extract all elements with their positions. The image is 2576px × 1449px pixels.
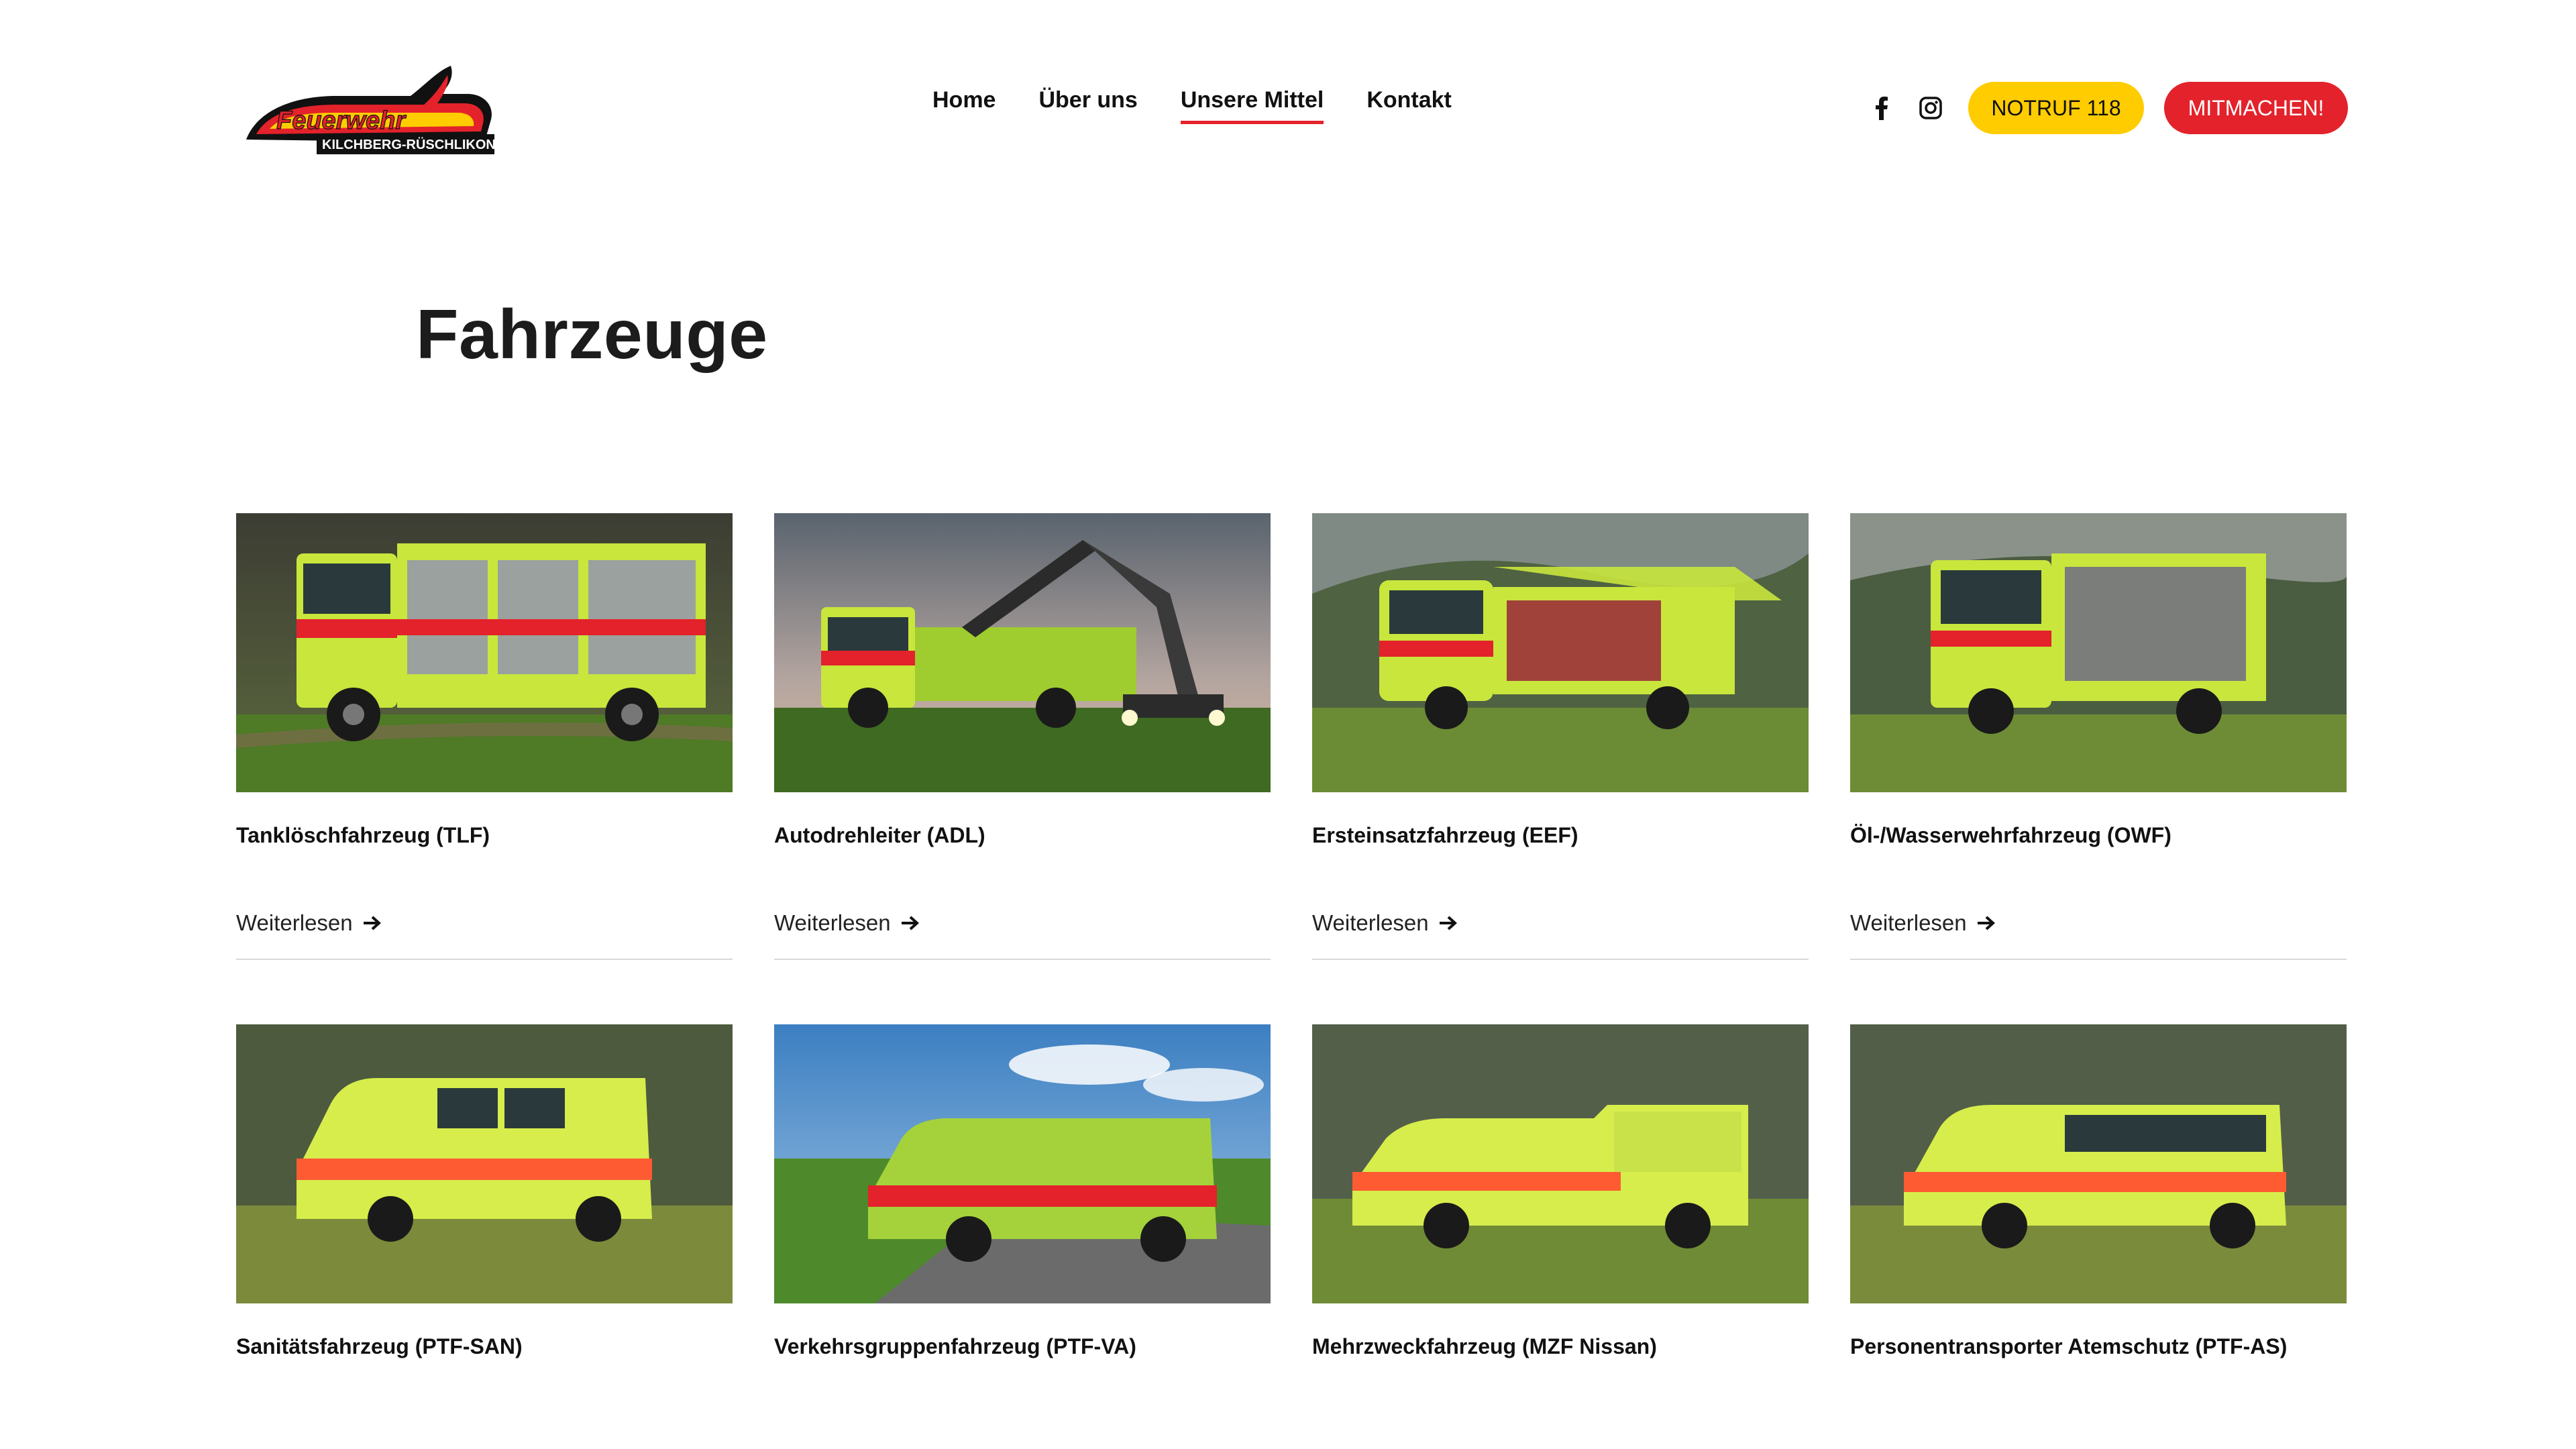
- read-more-label: Weiterlesen: [1312, 910, 1429, 935]
- notruf-button[interactable]: NOTRUF 118: [1968, 82, 2144, 134]
- vehicle-title: Mehrzweckfahrzeug (MZF Nissan): [1312, 1334, 1657, 1358]
- social-links: [1868, 95, 1944, 121]
- vehicle-title: Öl-/Wasserwehrfahrzeug (OWF): [1850, 823, 2171, 847]
- vehicle-image-mzf-nissan[interactable]: [1312, 1024, 1809, 1303]
- vehicle-title: Sanitätsfahrzeug (PTF-SAN): [236, 1334, 523, 1358]
- read-more-link[interactable]: Weiterlesen: [1312, 910, 1809, 960]
- instagram-icon[interactable]: [1917, 95, 1944, 121]
- vehicle-title: Ersteinsatzfahrzeug (EEF): [1312, 823, 1578, 847]
- vehicle-image-ptf-as[interactable]: [1850, 1024, 2347, 1303]
- read-more-link[interactable]: Weiterlesen: [1850, 910, 2347, 960]
- read-more-label: Weiterlesen: [1850, 910, 1967, 935]
- vehicle-title: Verkehrsgruppenfahrzeug (PTF-VA): [774, 1334, 1136, 1358]
- vehicle-image-tlf[interactable]: [236, 513, 733, 792]
- read-more-label: Weiterlesen: [236, 910, 353, 935]
- vehicle-title: Tanklöschfahrzeug (TLF): [236, 823, 490, 847]
- vehicle-image-adl[interactable]: [774, 513, 1271, 792]
- arrow-right-icon: [1439, 916, 1457, 930]
- arrow-right-icon: [363, 916, 381, 930]
- vehicle-card: Verkehrsgruppenfahrzeug (PTF-VA): [774, 1024, 1271, 1421]
- vehicle-grid: Tanklöschfahrzeug (TLF) Weiterlesen Auto…: [236, 513, 2348, 1421]
- vehicle-card: Mehrzweckfahrzeug (MZF Nissan): [1312, 1024, 1809, 1421]
- vehicle-card: Personentransporter Atemschutz (PTF-AS): [1850, 1024, 2347, 1421]
- vehicle-image-ptf-san[interactable]: [236, 1024, 733, 1303]
- vehicle-card: Autodrehleiter (ADL) Weiterlesen: [774, 513, 1271, 960]
- nav-ueber-uns[interactable]: Über uns: [1038, 87, 1137, 121]
- page-title: Fahrzeuge: [416, 296, 768, 374]
- vehicle-image-owf[interactable]: [1850, 513, 2347, 792]
- read-more-link[interactable]: Weiterlesen: [236, 910, 733, 960]
- nav-kontakt[interactable]: Kontakt: [1366, 87, 1452, 121]
- vehicle-card: Sanitätsfahrzeug (PTF-SAN): [236, 1024, 733, 1421]
- read-more-label: Weiterlesen: [774, 910, 891, 935]
- vehicle-title: Personentransporter Atemschutz (PTF-AS): [1850, 1334, 2288, 1358]
- feuerwehr-logo[interactable]: Feuerwehr KILCHBERG-RÜSCHLIKON: [236, 59, 498, 160]
- arrow-right-icon: [901, 916, 919, 930]
- logo-text: Feuerwehr: [276, 107, 407, 135]
- main-nav: Home Über uns Unsere Mittel Kontakt: [932, 87, 1452, 124]
- vehicle-card: Tanklöschfahrzeug (TLF) Weiterlesen: [236, 513, 733, 960]
- vehicle-title: Autodrehleiter (ADL): [774, 823, 985, 847]
- vehicle-image-ptf-va[interactable]: [774, 1024, 1271, 1303]
- mitmachen-button[interactable]: MITMACHEN!: [2164, 82, 2348, 134]
- read-more-link[interactable]: Weiterlesen: [774, 910, 1271, 960]
- logo-subtext: KILCHBERG-RÜSCHLIKON: [322, 137, 496, 152]
- vehicle-card: Ersteinsatzfahrzeug (EEF) Weiterlesen: [1312, 513, 1809, 960]
- nav-home[interactable]: Home: [932, 87, 996, 121]
- site-header: Feuerwehr KILCHBERG-RÜSCHLIKON Home Über…: [0, 0, 2576, 221]
- facebook-icon[interactable]: [1868, 95, 1894, 121]
- arrow-right-icon: [1977, 916, 1995, 930]
- vehicle-image-eef[interactable]: [1312, 513, 1809, 792]
- nav-unsere-mittel[interactable]: Unsere Mittel: [1180, 87, 1324, 124]
- vehicle-card: Öl-/Wasserwehrfahrzeug (OWF) Weiterlesen: [1850, 513, 2347, 960]
